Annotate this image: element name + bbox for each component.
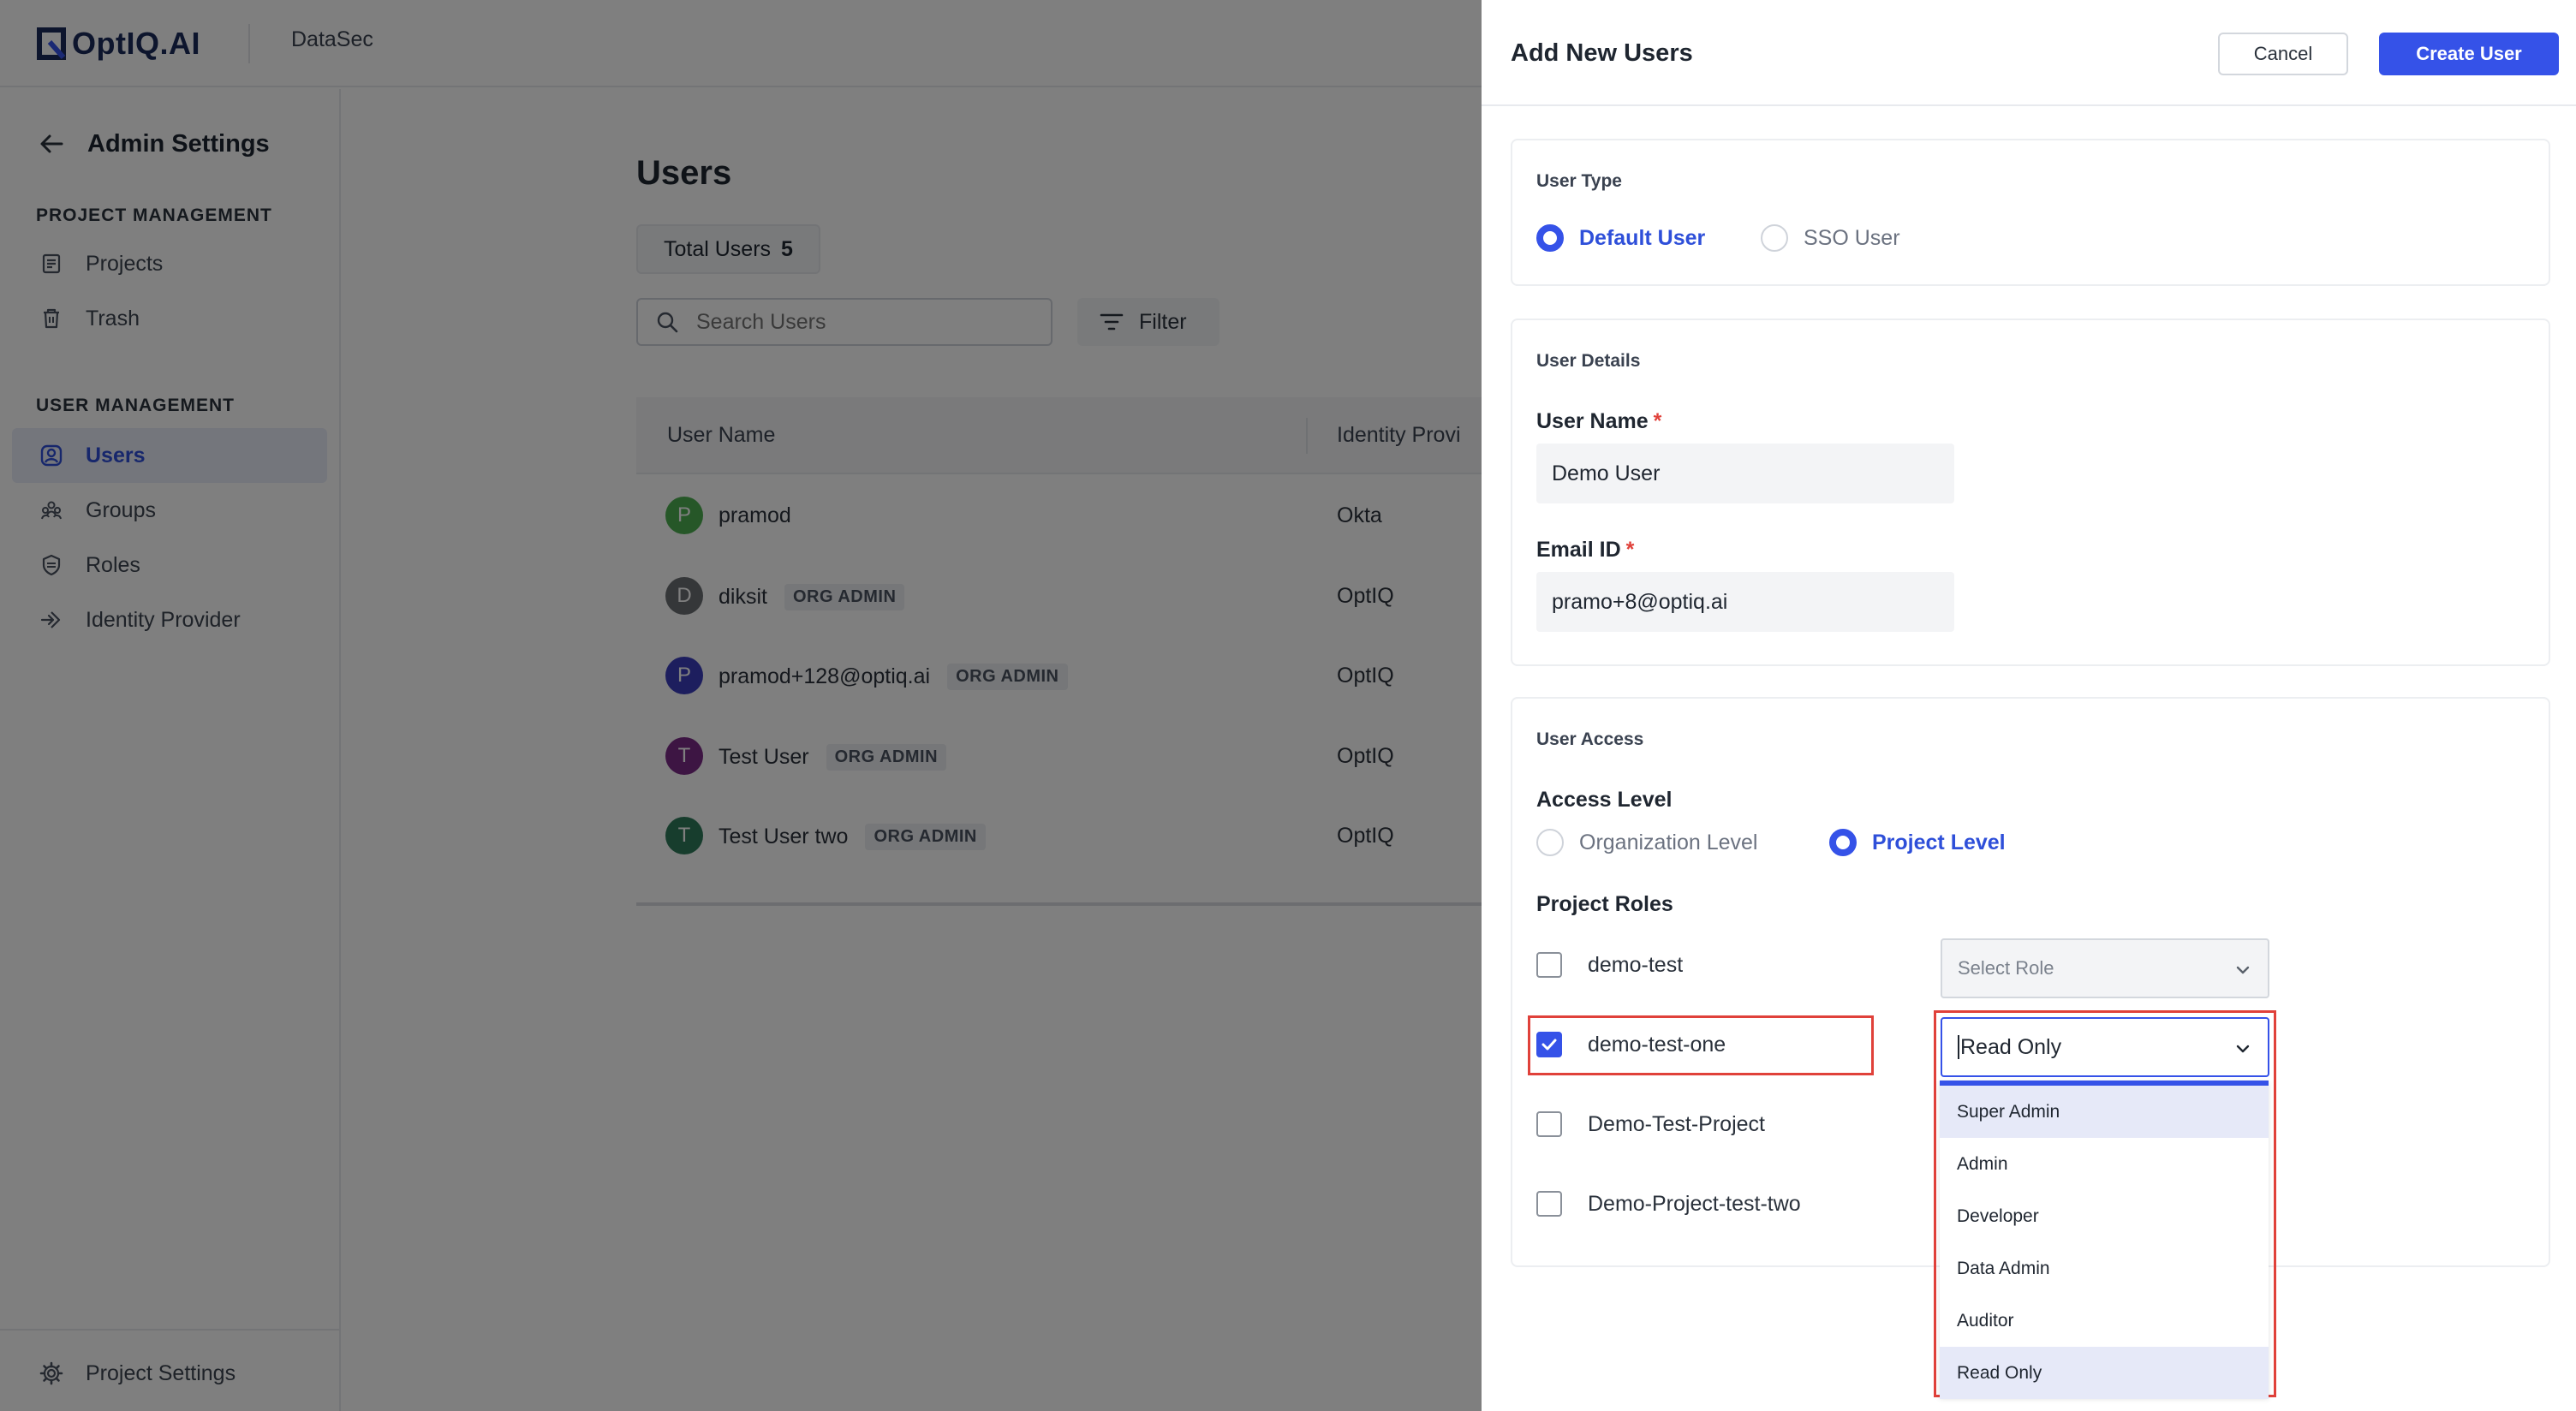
user-details-card: User Details User Name* Email ID* [1511, 319, 2550, 666]
radio-label: Organization Level [1579, 830, 1758, 854]
email-field[interactable] [1536, 572, 1954, 632]
project-name: Demo-Test-Project [1588, 1111, 1765, 1136]
radio-button[interactable] [1761, 224, 1788, 252]
role-select-demo-test[interactable]: Select Role [1941, 938, 2269, 998]
modal-overlay[interactable] [0, 0, 1482, 1411]
checkbox[interactable] [1536, 1191, 1562, 1217]
user-name-label-text: User Name [1536, 409, 1649, 433]
access-level-label: Access Level [1536, 788, 1673, 812]
select-value: Select Role [1958, 957, 2054, 979]
highlight-checkbox-annotation [1528, 1015, 1874, 1075]
radio-button[interactable] [1536, 829, 1564, 856]
radio-label: Project Level [1872, 830, 2006, 854]
drawer-header: Add New Users Cancel Create User [1482, 0, 2576, 106]
chevron-down-icon [2236, 966, 2250, 974]
radio-button[interactable] [1829, 829, 1857, 856]
drawer-title: Add New Users [1511, 39, 1693, 67]
dropdown-option-developer[interactable]: Developer [1940, 1190, 2269, 1242]
checkbox[interactable] [1536, 1111, 1562, 1137]
email-label: Email ID * [1536, 538, 1634, 563]
project-row-demo-test[interactable]: demo-test [1536, 952, 1683, 978]
project-name: demo-test [1588, 952, 1684, 977]
user-details-label: User Details [1536, 351, 1641, 371]
add-user-drawer: Add New Users Cancel Create User User Ty… [1482, 0, 2576, 1411]
user-name-field[interactable] [1536, 444, 1954, 503]
dropdown-option-read-only[interactable]: Read Only [1940, 1347, 2269, 1399]
user-name-label: User Name * [1536, 409, 1661, 434]
radio-project-level[interactable]: Project Level [1829, 829, 2006, 856]
radio-sso-user[interactable]: SSO User [1761, 224, 1900, 252]
radio-button[interactable] [1536, 224, 1564, 252]
radio-default-user[interactable]: Default User [1536, 224, 1705, 252]
required-mark: * [1625, 538, 1635, 562]
dropdown-option-admin[interactable]: Admin [1940, 1138, 2269, 1190]
checkbox[interactable] [1536, 952, 1562, 978]
dropdown-option-super-admin[interactable]: Super Admin [1940, 1086, 2269, 1138]
dropdown-option-auditor[interactable]: Auditor [1940, 1295, 2269, 1347]
project-name: Demo-Project-test-two [1588, 1191, 1801, 1216]
project-row-demo-test-project[interactable]: Demo-Test-Project [1536, 1111, 1765, 1137]
radio-label: SSO User [1804, 225, 1900, 250]
project-row-demo-project-test-two[interactable]: Demo-Project-test-two [1536, 1191, 1801, 1217]
project-roles-label: Project Roles [1536, 892, 1673, 916]
role-dropdown-menu: Super Admin Admin Developer Data Admin A… [1940, 1081, 2269, 1399]
user-type-card: User Type Default User SSO User [1511, 139, 2550, 286]
user-type-label: User Type [1536, 171, 1622, 191]
email-label-text: Email ID [1536, 538, 1621, 562]
required-mark: * [1653, 409, 1662, 433]
dropdown-option-data-admin[interactable]: Data Admin [1940, 1242, 2269, 1295]
radio-label: Default User [1579, 225, 1706, 250]
create-user-button[interactable]: Create User [2379, 33, 2559, 75]
radio-organization-level[interactable]: Organization Level [1536, 829, 1757, 856]
user-access-label: User Access [1536, 729, 1644, 749]
cancel-button[interactable]: Cancel [2218, 33, 2348, 75]
